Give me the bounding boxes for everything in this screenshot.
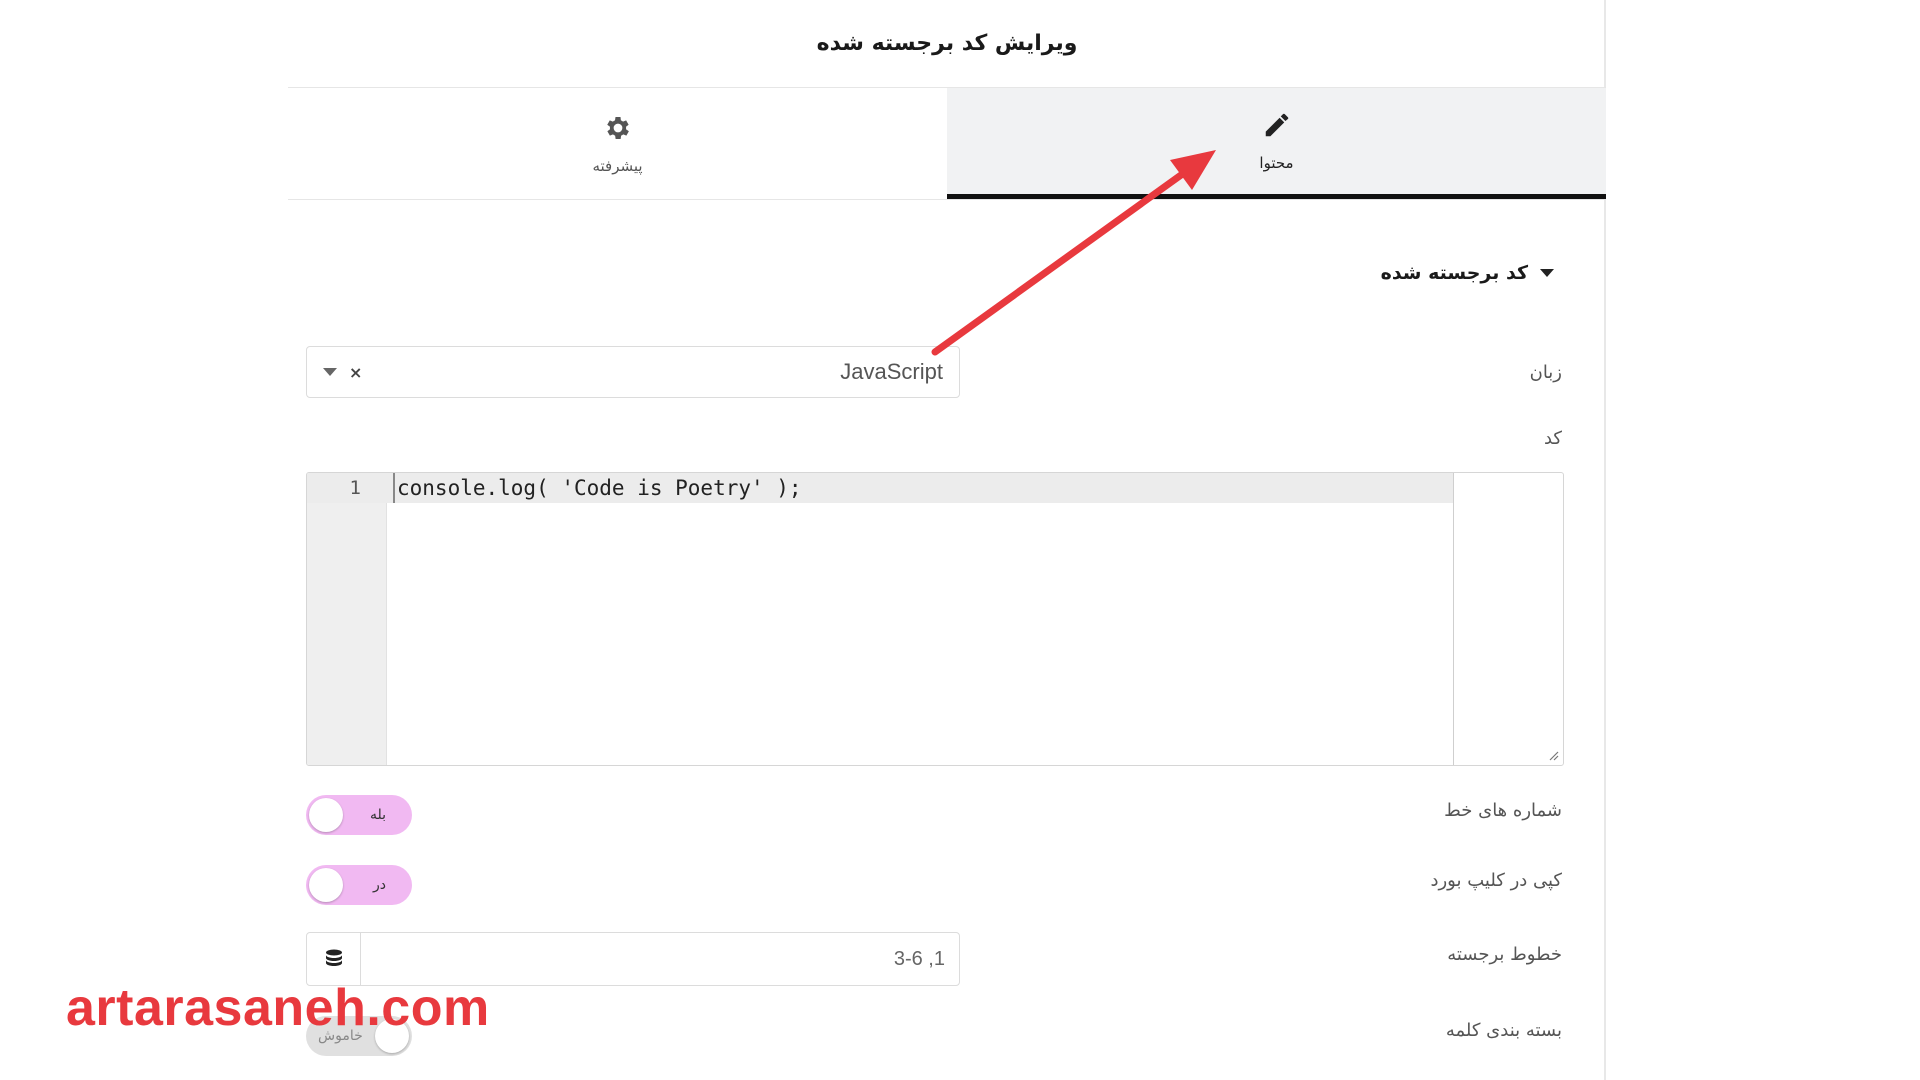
- tab-advanced-label: پیشرفته: [592, 156, 643, 175]
- copy-clipboard-label: کپی در کلیپ بورد: [1430, 870, 1562, 891]
- section-header-toggle[interactable]: کد برجسته شده: [1381, 262, 1554, 284]
- tab-bar: پیشرفته محتوا: [288, 88, 1606, 200]
- copy-clipboard-toggle[interactable]: در: [306, 865, 412, 905]
- code-label: کد: [1543, 428, 1562, 449]
- line-gutter: [307, 473, 387, 765]
- toggle-text: در: [373, 877, 386, 893]
- resize-handle-icon[interactable]: [1547, 749, 1559, 761]
- line-number: 1: [349, 477, 361, 499]
- section-title: کد برجسته شده: [1380, 262, 1528, 284]
- caret-down-icon: [1540, 269, 1554, 277]
- highlight-lines-label: خطوط برجسته: [1447, 944, 1562, 965]
- language-select[interactable]: × JavaScript: [306, 346, 960, 398]
- line-numbers-label: شماره های خط: [1444, 800, 1562, 821]
- tab-content[interactable]: محتوا: [947, 88, 1606, 199]
- gear-icon: [606, 116, 629, 139]
- toggle-knob: [309, 798, 343, 832]
- database-icon: [325, 949, 342, 966]
- language-value: JavaScript: [840, 359, 943, 384]
- dropdown-arrow-icon[interactable]: [323, 368, 337, 376]
- toggle-text: بله: [369, 807, 386, 823]
- tab-advanced[interactable]: پیشرفته: [288, 88, 947, 199]
- toggle-knob: [309, 868, 343, 902]
- language-label: زبان: [1529, 362, 1562, 383]
- code-editor[interactable]: 1 console.log( 'Code is Poetry' );: [306, 472, 1564, 766]
- panel-title: ویرایش کد برجسته شده: [288, 0, 1606, 88]
- code-line[interactable]: console.log( 'Code is Poetry' );: [393, 473, 802, 503]
- word-wrap-label: بسته بندی کلمه: [1445, 1020, 1562, 1041]
- clear-icon[interactable]: ×: [349, 363, 362, 382]
- select-controls: ×: [323, 363, 362, 382]
- tab-content-label: محتوا: [1259, 154, 1294, 172]
- line-numbers-toggle[interactable]: بله: [306, 795, 412, 835]
- watermark-text: artarasaneh.com: [66, 979, 490, 1037]
- print-margin-ruler: [1453, 473, 1454, 765]
- settings-panel: ویرایش کد برجسته شده پیشرفته محتوا کد بر…: [288, 0, 1606, 1080]
- pencil-icon: [1265, 113, 1288, 137]
